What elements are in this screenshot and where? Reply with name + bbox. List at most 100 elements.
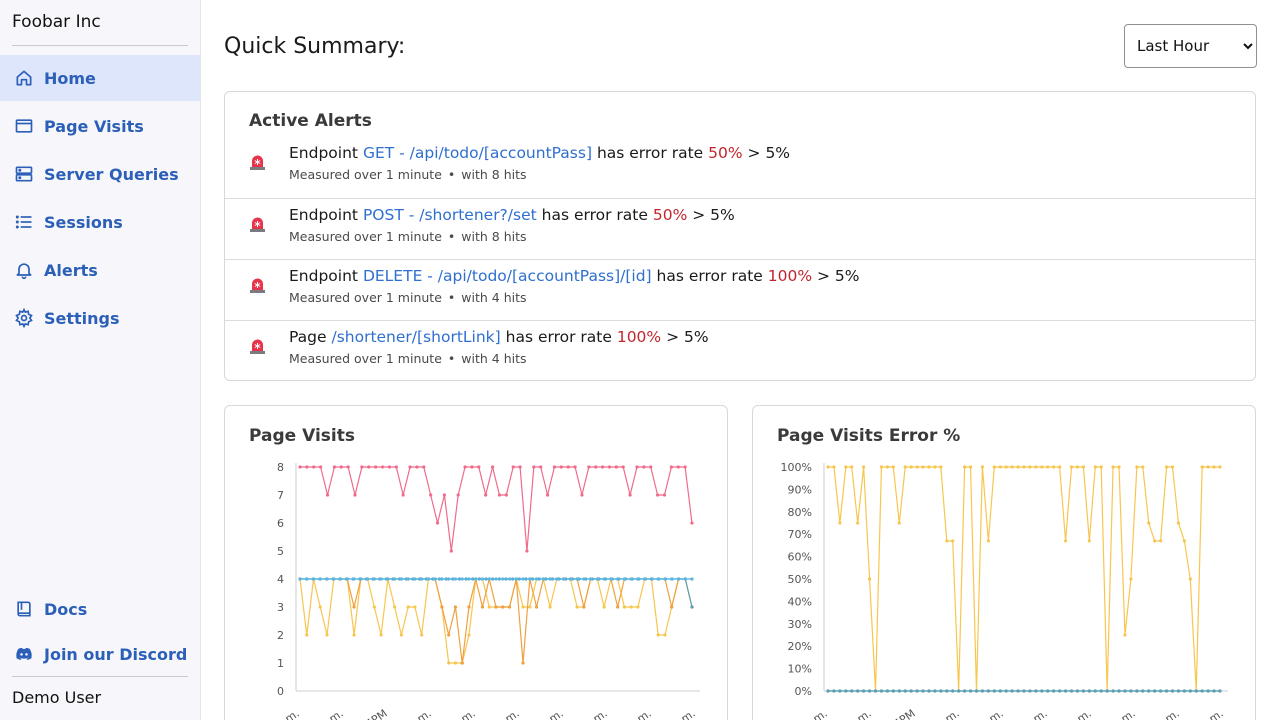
x-tick-label: 4 p.m. — [529, 707, 565, 720]
sidebar-item-settings[interactable]: Settings — [0, 295, 200, 341]
sidebar: Foobar Inc Home Page Visits Server Queri… — [0, 0, 201, 720]
data-point — [360, 465, 364, 469]
alert-threshold: > 5% — [666, 328, 709, 346]
data-point — [998, 689, 1002, 693]
data-point — [1176, 521, 1181, 525]
alert-rate: 100% — [767, 267, 813, 285]
data-point — [494, 605, 498, 609]
sidebar-item-alerts[interactable]: Alerts — [0, 247, 200, 293]
alert-threshold: > 5% — [817, 267, 860, 285]
y-tick-label: 10% — [788, 663, 812, 676]
data-point — [629, 577, 633, 581]
data-point — [339, 465, 343, 469]
data-point — [614, 465, 618, 469]
data-point — [1218, 689, 1222, 693]
sidebar-item-home[interactable]: Home — [0, 55, 200, 101]
data-point — [690, 521, 694, 525]
data-point — [968, 689, 973, 693]
data-point — [440, 605, 444, 609]
data-point — [1099, 689, 1103, 693]
data-point — [545, 493, 550, 497]
data-point — [406, 605, 410, 609]
alert-rate: 50% — [652, 206, 688, 224]
data-point — [1141, 689, 1145, 693]
x-tick-label: 4 p.m. — [573, 707, 609, 720]
data-point — [541, 577, 545, 581]
data-point — [305, 633, 309, 637]
data-point — [1182, 689, 1186, 693]
data-point — [490, 465, 495, 469]
data-point — [1117, 465, 1121, 469]
data-point — [992, 689, 996, 693]
server-icon — [14, 164, 34, 184]
data-point — [352, 605, 356, 609]
data-point — [986, 689, 990, 693]
data-point — [332, 577, 336, 581]
alert-details: Measured over 1 minute • with 8 hits — [289, 167, 527, 182]
data-point — [387, 465, 392, 469]
data-point — [1099, 465, 1103, 469]
data-point — [318, 605, 322, 609]
data-point — [927, 465, 931, 469]
alert-row: Endpoint DELETE - /api/todo/[accountPass… — [225, 259, 1255, 320]
data-point — [933, 689, 937, 693]
data-point — [951, 689, 955, 693]
data-point — [683, 577, 687, 581]
data-point — [1046, 465, 1050, 469]
alert-details: Measured over 1 minute • with 8 hits — [289, 229, 527, 244]
data-point — [891, 465, 895, 469]
data-point — [980, 689, 985, 693]
sidebar-item-docs[interactable]: Docs — [0, 586, 200, 632]
user-name[interactable]: Demo User — [12, 688, 101, 707]
sidebar-item-page-visits[interactable]: Page Visits — [0, 103, 200, 149]
data-point — [399, 633, 403, 637]
alert-target-link[interactable]: GET - /api/todo/[accountPass] — [363, 144, 592, 162]
sidebar-item-sessions[interactable]: Sessions — [0, 199, 200, 245]
y-tick-label: 30% — [788, 618, 812, 631]
data-point — [532, 465, 536, 469]
data-point — [311, 577, 316, 581]
alert-target-link[interactable]: /shortener/[shortLink] — [331, 328, 500, 346]
sidebar-item-server-queries[interactable]: Server Queries — [0, 151, 200, 197]
alert-target-link[interactable]: DELETE - /api/todo/[accountPass]/[id] — [363, 267, 652, 285]
data-point — [915, 689, 919, 693]
data-point — [568, 577, 572, 581]
sidebar-item-label: Home — [44, 68, 96, 88]
data-point — [1129, 689, 1133, 693]
alert-row: Page /shortener/[shortLink] has error ra… — [225, 320, 1255, 381]
data-point — [548, 577, 552, 581]
data-point — [1123, 633, 1127, 637]
data-point — [582, 605, 586, 609]
data-point — [957, 689, 961, 693]
alert-measured: Measured over 1 minute — [289, 351, 442, 366]
data-point — [1153, 689, 1157, 693]
data-point — [939, 689, 943, 693]
data-point — [974, 689, 979, 693]
time-range-select[interactable]: Last Hour — [1124, 24, 1257, 68]
sidebar-item-discord[interactable]: Join our Discord — [0, 631, 200, 677]
sidebar-item-label: Server Queries — [44, 164, 179, 184]
data-point — [832, 689, 836, 693]
alert-target-link[interactable]: POST - /shortener?/set — [363, 206, 537, 224]
separator-dot: • — [447, 290, 456, 305]
x-tick-label: 4PM — [363, 707, 389, 720]
data-point — [595, 577, 599, 581]
data-point — [1093, 689, 1097, 693]
y-tick-label: 0% — [795, 685, 812, 698]
alert-condition: has error rate — [596, 144, 704, 162]
data-point — [838, 521, 842, 525]
y-tick-label: 1 — [277, 657, 284, 670]
y-tick-label: 90% — [788, 483, 812, 496]
x-tick-label: 4 p.m. — [925, 707, 961, 720]
data-point — [298, 465, 302, 469]
x-tick-label: 4 p.m. — [1189, 707, 1225, 720]
alert-hits: with 4 hits — [461, 290, 527, 305]
data-point — [1058, 689, 1062, 693]
y-tick-label: 6 — [277, 517, 284, 530]
data-point — [945, 539, 949, 543]
x-tick-label: 3 p.m. — [837, 707, 873, 720]
data-point — [514, 577, 518, 581]
alert-condition: has error rate — [505, 328, 612, 346]
data-point — [1188, 689, 1192, 693]
data-point — [1004, 465, 1008, 469]
